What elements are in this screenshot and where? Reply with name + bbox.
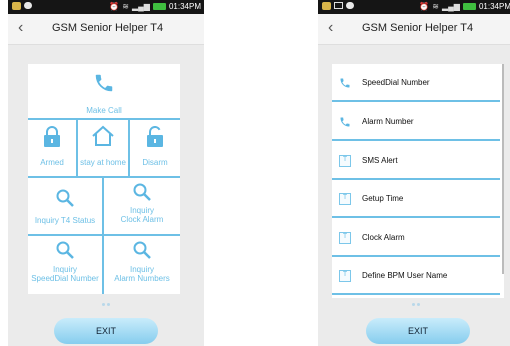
page-title: GSM Senior Helper T4 [52,22,164,34]
status-bar: ⏰ ≋ ▂▄▆ 01:34PM [318,0,510,14]
wifi-icon: ≋ [122,2,129,11]
stay-at-home-label: stay at home [80,158,126,167]
list-item-label: Alarm Number [362,117,414,126]
text-t-icon: T [339,232,351,244]
stay-at-home-tile[interactable]: stay at home [78,120,128,176]
search-icon [56,241,74,259]
battery-icon [462,3,476,10]
phone-screen-left: ⏰ ≋ ▂▄▆ 01:34PM ‹ GSM Senior Helper T4 M… [8,0,204,346]
make-call-label: Make Call [86,106,122,115]
text-t-icon: T [339,193,351,205]
list-item-alarm-number[interactable]: Alarm Number [332,105,500,141]
list-item-label: Clock Alarm [362,233,405,242]
inquiry-speeddial-tile[interactable]: Inquiry SpeedDial Number [28,236,102,294]
back-arrow-icon[interactable]: ‹ [18,20,34,36]
make-call-tile[interactable]: Make Call [28,64,180,118]
phone-icon [340,78,350,88]
search-icon [133,183,151,201]
search-icon [56,189,74,207]
list-item-label: SMS Alert [362,156,398,165]
inquiry-clock-alarm-label-line1: Inquiry [129,206,154,215]
page-title: GSM Senior Helper T4 [362,22,474,34]
chat-icon [346,2,354,9]
list-item-label: SpeedDial Number [362,78,430,87]
text-t-icon: T [339,270,351,282]
alarm-clock-icon: ⏰ [419,2,430,11]
armed-tile[interactable]: Armed [28,120,76,176]
text-t-icon: T [339,155,351,167]
exit-button[interactable]: EXIT [366,318,470,344]
house-icon [92,125,114,146]
inquiry-alarm-numbers-label-line1: Inquiry [129,265,154,274]
inquiry-t4-status-label: Inquiry T4 Status [34,216,96,225]
chat-icon [24,2,32,9]
lock-closed-icon [44,126,60,147]
signal-icon: ▂▄▆ [131,2,150,11]
armed-label: Armed [40,158,64,167]
status-time: 01:34PM [168,2,201,11]
disarm-tile[interactable]: Disarm [130,120,180,176]
phone-icon [95,74,113,92]
list-item-sms-alert[interactable]: T SMS Alert [332,144,500,180]
image-icon [334,2,343,9]
inquiry-speeddial-label-line1: Inquiry [52,265,77,274]
message-icon [322,2,331,10]
list-item-speeddial-number[interactable]: SpeedDial Number [332,66,500,102]
scrollbar[interactable] [502,64,504,274]
signal-icon: ▂▄▆ [441,2,460,11]
disarm-label: Disarm [142,158,168,167]
page-indicator [318,303,510,306]
settings-list: SpeedDial Number Alarm Number T SMS Aler… [332,64,504,298]
inquiry-speeddial-label-line2: SpeedDial Number [31,274,99,283]
list-item-label: Getup Time [362,194,404,203]
alarm-clock-icon: ⏰ [109,2,120,11]
inquiry-t4-status-tile[interactable]: Inquiry T4 Status [28,178,102,234]
inquiry-clock-alarm-label-line2: Clock Alarm [120,215,164,224]
status-time: 01:34PM [478,2,510,11]
list-item-label: Define BPM User Name [362,271,448,280]
wifi-icon: ≋ [432,2,439,11]
lock-open-icon [147,126,163,147]
exit-button[interactable]: EXIT [54,318,158,344]
inquiry-alarm-numbers-label-line2: Alarm Numbers [114,274,170,283]
status-bar: ⏰ ≋ ▂▄▆ 01:34PM [8,0,204,14]
inquiry-clock-alarm-tile[interactable]: Inquiry Clock Alarm [104,178,180,234]
list-item-clock-alarm[interactable]: T Clock Alarm [332,221,500,257]
list-item-getup-time[interactable]: T Getup Time [332,182,500,218]
phone-icon [340,117,350,127]
search-icon [133,241,151,259]
page-indicator [8,303,204,306]
list-item-define-bpm-user-name[interactable]: T Define BPM User Name [332,259,500,295]
inquiry-alarm-numbers-tile[interactable]: Inquiry Alarm Numbers [104,236,180,294]
back-arrow-icon[interactable]: ‹ [328,20,344,36]
message-icon [12,2,21,10]
battery-icon [152,3,166,10]
phone-screen-right: ⏰ ≋ ▂▄▆ 01:34PM ‹ GSM Senior Helper T4 S… [318,0,510,346]
function-grid: Make Call Armed stay at home Disarm Inqu… [28,64,180,294]
title-bar: ‹ GSM Senior Helper T4 [318,14,510,45]
title-bar: ‹ GSM Senior Helper T4 [8,14,204,45]
